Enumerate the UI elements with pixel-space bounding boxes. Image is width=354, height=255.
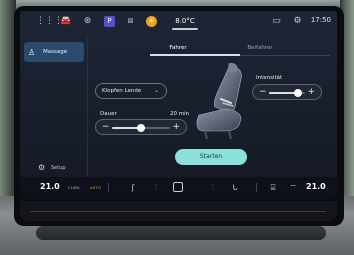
climate-bar-separator-right xyxy=(256,183,257,192)
p-badge-icon[interactable]: P xyxy=(104,16,115,27)
steering-wheel-heating-icon[interactable]: ᒐ xyxy=(230,182,240,193)
duration-label: Dauer xyxy=(100,111,117,117)
chevron-down-icon: ⌄ xyxy=(153,87,159,94)
interior-temperature-underline xyxy=(172,28,198,30)
setup-button[interactable]: ⚙ Setup xyxy=(38,163,66,172)
left-temperature[interactable]: 21.0 xyxy=(40,182,60,191)
air-vent xyxy=(36,226,326,240)
home-button-icon[interactable] xyxy=(173,182,183,192)
tab-passenger[interactable]: Beifahrer xyxy=(220,45,300,51)
massage-program-value: Klopfen Lende xyxy=(102,88,142,94)
seat-heat-level-right-icon[interactable]: ⋮ xyxy=(208,182,218,193)
settings-icon[interactable]: ⚙ xyxy=(292,16,303,27)
climate-bar-separator xyxy=(108,183,109,192)
intensity-increase-button[interactable]: + xyxy=(307,86,315,98)
climate-bar: 21.0 CLIMA AUTO ʃ ⋮ ⋮ ᒐ ⌸ ⌔ 21.0 xyxy=(20,177,337,199)
apps-grid-icon[interactable]: ⋮⋮⋮ xyxy=(36,16,63,27)
menu-item-massage-label: Massage xyxy=(43,49,68,55)
gear-icon: ⚙ xyxy=(38,163,46,172)
seat-heat-icon[interactable]: ⧈ xyxy=(125,16,136,27)
car-icon[interactable]: 🚘 xyxy=(60,16,71,27)
seat-heating-icon[interactable]: ʃ xyxy=(128,182,138,193)
message-icon[interactable]: ▭ xyxy=(271,16,282,27)
seat-heat-level-icon[interactable]: ⋮ xyxy=(151,182,161,193)
tab-driver[interactable]: Fahrer xyxy=(138,45,218,51)
duration-increase-button[interactable]: + xyxy=(172,121,180,133)
rear-defrost-icon[interactable]: ⌸ xyxy=(268,182,278,193)
auto-label[interactable]: AUTO xyxy=(90,185,101,190)
start-button[interactable]: Starten xyxy=(175,149,247,165)
climate-label[interactable]: CLIMA xyxy=(68,185,80,190)
front-defrost-icon[interactable]: ⌔ xyxy=(288,182,298,193)
massage-program-dropdown[interactable]: Klopfen Lende ⌄ xyxy=(95,83,167,99)
duration-slider[interactable]: − + xyxy=(95,119,187,135)
menu-item-massage[interactable]: ♙ Massage xyxy=(24,42,84,62)
steering-icon[interactable]: ⊛ xyxy=(82,16,93,27)
intensity-slider[interactable]: − + xyxy=(252,84,322,100)
intensity-slider-knob[interactable] xyxy=(293,89,302,97)
duration-decrease-button[interactable]: − xyxy=(102,121,110,133)
seat-illustration xyxy=(196,63,242,140)
right-temperature[interactable]: 21.0 xyxy=(306,182,326,191)
interior-temperature[interactable]: 8.0°C xyxy=(174,15,196,27)
setup-label: Setup xyxy=(51,164,66,171)
status-bar: ⋮⋮⋮ 🚘 ⊛ P ⧈ ☀ 8.0°C ▭ ⚙ 17:50 xyxy=(20,11,337,33)
duration-slider-knob[interactable] xyxy=(137,124,145,132)
intensity-label: Intensität xyxy=(256,75,283,81)
infotainment-screen: ⋮⋮⋮ 🚘 ⊛ P ⧈ ☀ 8.0°C ▭ ⚙ 17:50 ♙ Massage … xyxy=(20,11,337,199)
intensity-decrease-button[interactable]: − xyxy=(259,86,267,98)
menu-divider xyxy=(87,37,88,179)
sun-badge-icon[interactable]: ☀ xyxy=(146,16,157,27)
bezel-lip-line xyxy=(30,211,326,212)
tab-active-indicator xyxy=(150,54,240,56)
clock: 17:50 xyxy=(310,16,331,24)
massage-seat-icon: ♙ xyxy=(28,47,36,57)
